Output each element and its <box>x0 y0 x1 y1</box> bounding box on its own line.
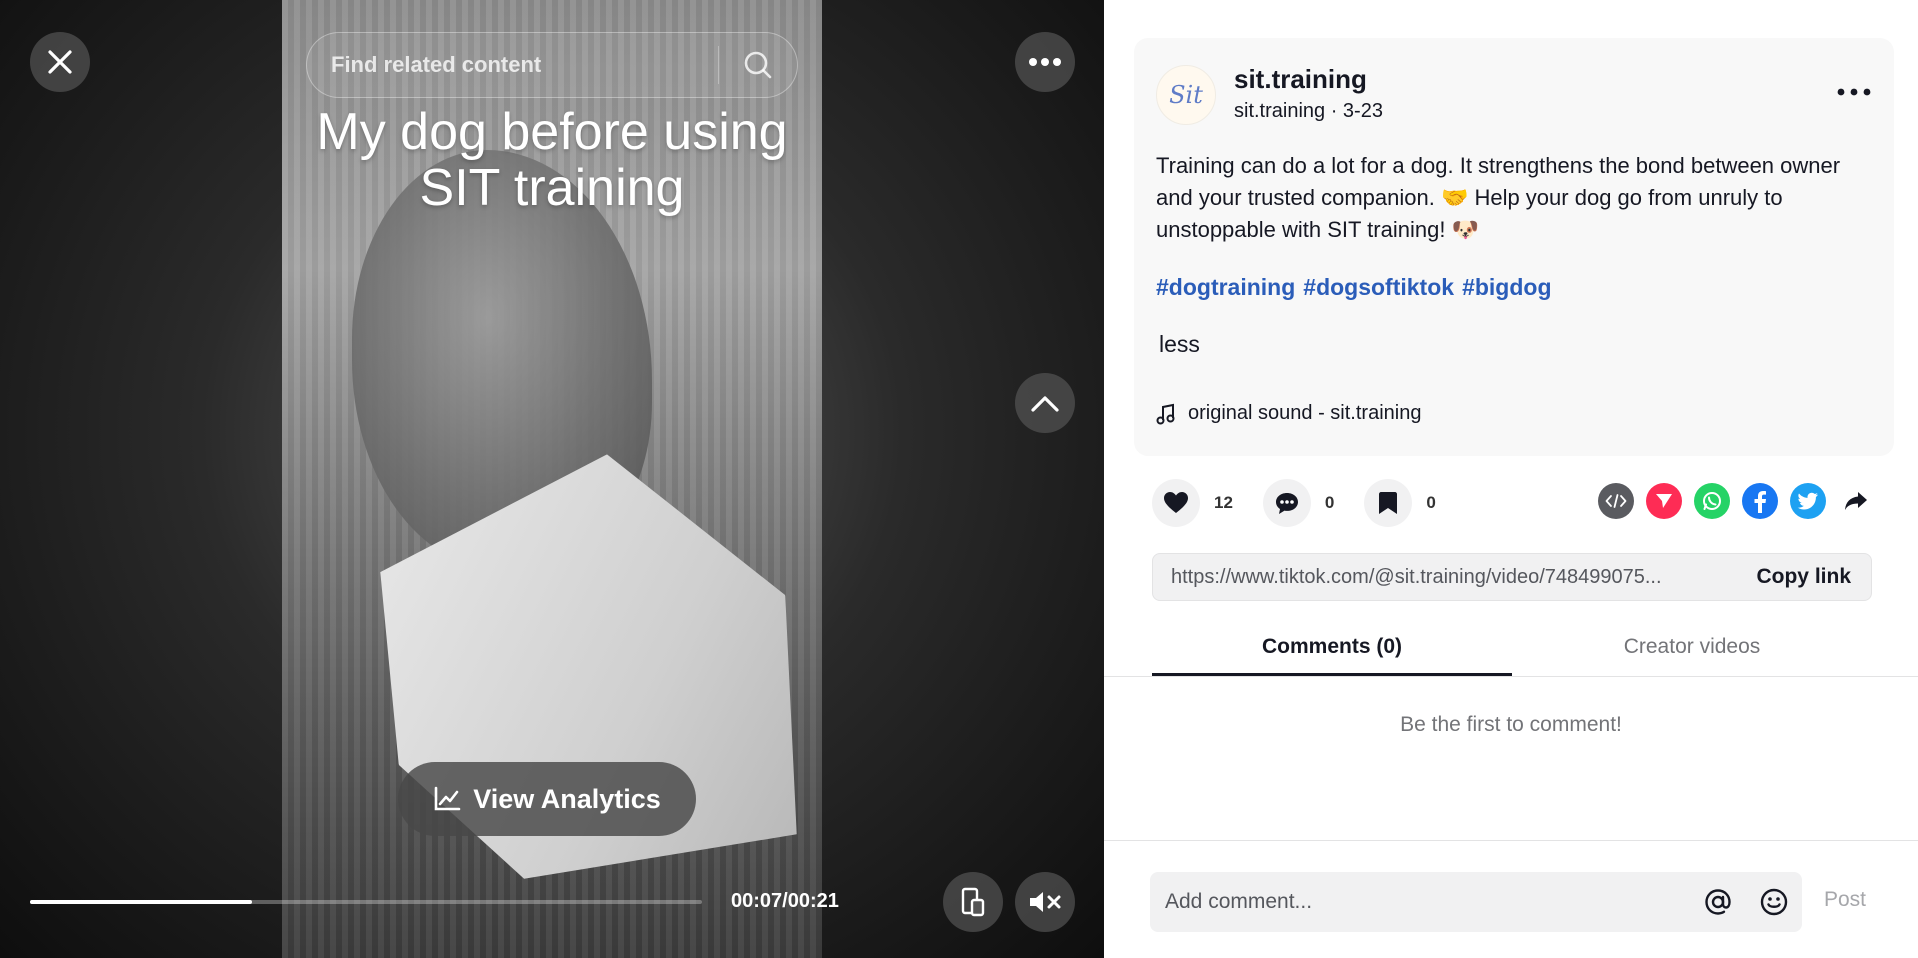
bookmark-icon <box>1379 492 1398 514</box>
embed-button[interactable] <box>1598 483 1634 519</box>
search-input[interactable] <box>307 52 718 78</box>
close-button[interactable] <box>30 32 90 92</box>
video-player[interactable]: My dog before using SIT training View <box>0 0 1104 958</box>
tab-comments[interactable]: Comments (0) <box>1152 625 1512 676</box>
post-description: Training can do a lot for a dog. It stre… <box>1156 153 1841 242</box>
comment-icon <box>1275 493 1298 514</box>
avatar-logo-text: Sit <box>1169 81 1203 109</box>
emoji-icon <box>1760 888 1788 916</box>
video-caption: My dog before using SIT training <box>316 103 788 217</box>
like-button[interactable]: 12 <box>1152 479 1233 527</box>
comment-composer <box>1150 872 1802 932</box>
hashtag-link[interactable]: #bigdog <box>1462 274 1551 300</box>
empty-comments-message: Be the first to comment! <box>1400 713 1622 736</box>
tab-creator-videos[interactable]: Creator videos <box>1512 625 1872 676</box>
details-panel: Sit sit.training sit.training · 3-23 Tra… <box>1104 0 1918 958</box>
post-more-button[interactable] <box>1834 78 1874 106</box>
mention-button[interactable] <box>1690 887 1746 917</box>
share-buttons <box>1598 483 1874 519</box>
music-note-icon <box>1156 403 1175 424</box>
send-icon <box>1656 494 1672 508</box>
like-icon-wrap <box>1152 479 1200 527</box>
post-card: Sit sit.training sit.training · 3-23 Tra… <box>1134 38 1894 456</box>
save-icon-wrap <box>1364 479 1413 527</box>
close-icon <box>48 50 72 74</box>
facebook-icon <box>1754 491 1766 513</box>
comment-count: 0 <box>1324 493 1335 512</box>
more-icon <box>1837 88 1871 96</box>
more-icon <box>1029 58 1061 66</box>
comment-input[interactable] <box>1150 890 1690 914</box>
heart-icon <box>1164 492 1188 513</box>
panel-tabs: Comments (0) Creator videos <box>1152 625 1872 676</box>
analytics-icon <box>434 786 461 811</box>
music-label: original sound - sit.training <box>1188 402 1422 424</box>
less-button[interactable]: less <box>1159 331 1200 358</box>
device-icon <box>961 887 985 917</box>
tabs-divider <box>1104 676 1918 677</box>
action-bar: 12 0 0 <box>1152 478 1872 528</box>
share-arrow-icon <box>1845 492 1867 510</box>
chevron-up-icon <box>1031 396 1059 412</box>
progress-time: 00:07/00:21 <box>731 890 839 912</box>
previous-video-button[interactable] <box>1015 373 1075 433</box>
progress-bar[interactable] <box>30 900 702 904</box>
video-url[interactable]: https://www.tiktok.com/@sit.training/vid… <box>1153 566 1726 589</box>
search-button[interactable] <box>719 50 797 80</box>
progress-fill <box>30 900 252 904</box>
copy-link-button[interactable]: Copy link <box>1726 565 1871 589</box>
like-count: 12 <box>1214 493 1233 512</box>
embed-icon <box>1605 494 1627 508</box>
facebook-share-button[interactable] <box>1742 483 1778 519</box>
post-subline: sit.training · 3-23 <box>1234 100 1383 122</box>
video-more-button[interactable] <box>1015 32 1075 92</box>
hashtag-list: #dogtraining #dogsoftiktok #bigdog <box>1156 274 1560 301</box>
whatsapp-icon <box>1703 492 1721 510</box>
avatar[interactable]: Sit <box>1156 65 1216 125</box>
hashtag-link[interactable]: #dogsoftiktok <box>1303 274 1454 300</box>
search-bar[interactable] <box>306 32 798 98</box>
save-button[interactable]: 0 <box>1364 479 1436 527</box>
view-analytics-button[interactable]: View Analytics <box>398 762 696 836</box>
twitter-share-button[interactable] <box>1790 483 1826 519</box>
device-switch-button[interactable] <box>943 872 1003 932</box>
emoji-button[interactable] <box>1746 887 1802 917</box>
muted-speaker-icon <box>1030 892 1061 912</box>
comment-button[interactable]: 0 <box>1262 479 1335 527</box>
more-share-button[interactable] <box>1838 483 1874 519</box>
share-link-box: https://www.tiktok.com/@sit.training/vid… <box>1152 553 1872 601</box>
whatsapp-share-button[interactable] <box>1694 483 1730 519</box>
at-sign-icon <box>1705 889 1731 915</box>
mute-button[interactable] <box>1015 872 1075 932</box>
post-comment-button[interactable]: Post <box>1824 888 1866 912</box>
hashtag-link[interactable]: #dogtraining <box>1156 274 1295 300</box>
save-count: 0 <box>1426 493 1436 512</box>
music-link[interactable]: original sound - sit.training <box>1156 402 1421 425</box>
footer-divider <box>1104 840 1918 841</box>
view-analytics-label: View Analytics <box>473 783 661 814</box>
username[interactable]: sit.training <box>1234 64 1367 95</box>
search-icon <box>744 51 772 79</box>
twitter-icon <box>1797 492 1818 510</box>
send-to-friends-button[interactable] <box>1646 483 1682 519</box>
comment-icon-wrap <box>1262 479 1311 527</box>
